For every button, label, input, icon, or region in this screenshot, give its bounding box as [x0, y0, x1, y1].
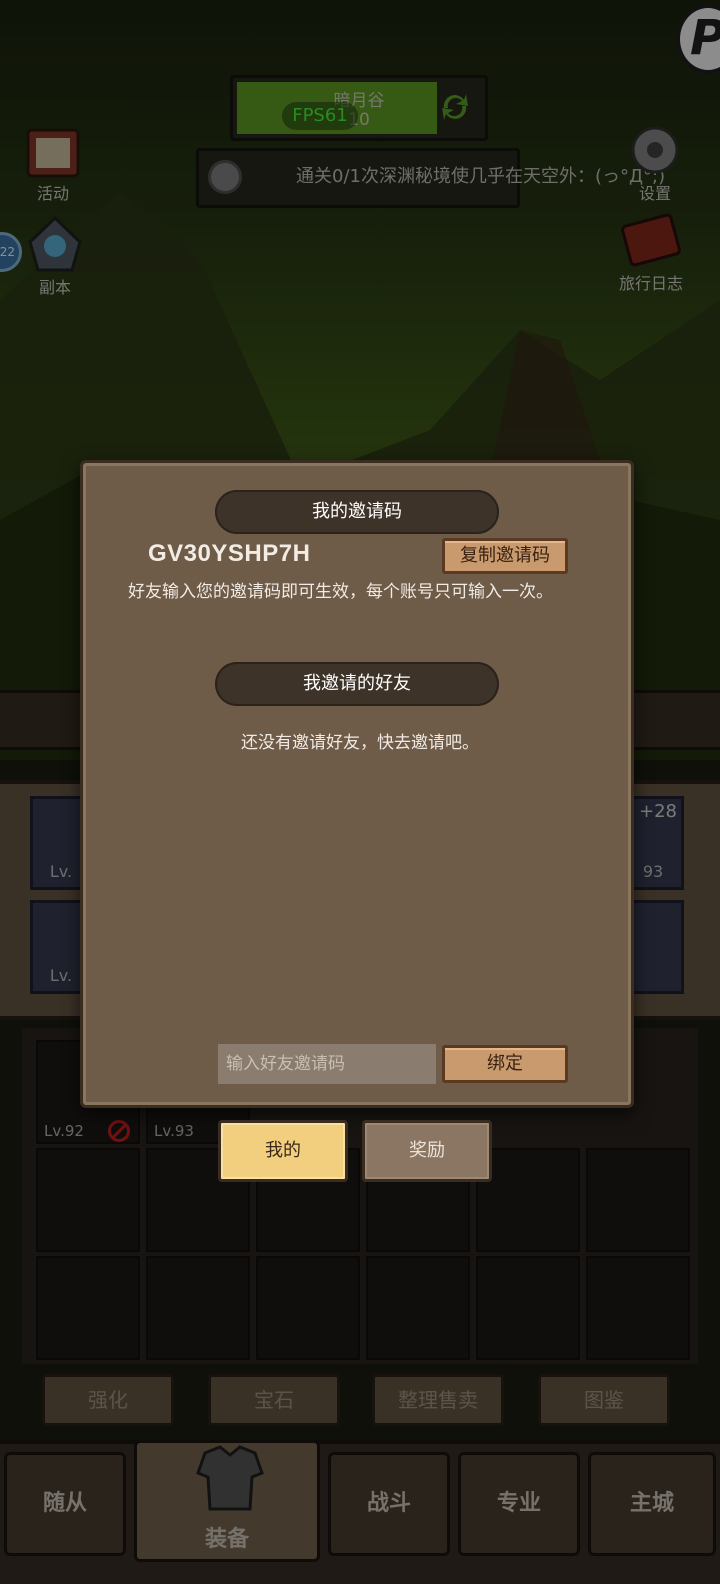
my-invite-code-title: 我的邀请码: [215, 490, 499, 534]
dungeon-button[interactable]: 副本: [20, 212, 90, 298]
dungeon-portal-icon: [28, 215, 82, 272]
refresh-icon[interactable]: [436, 88, 474, 126]
empty-friends-text: 还没有邀请好友，快去邀请吧。: [241, 733, 479, 753]
inventory-cell-empty[interactable]: [36, 1256, 140, 1360]
enhance-level: +28: [639, 801, 677, 822]
nav-battle[interactable]: 战斗: [328, 1452, 450, 1556]
tab-mine[interactable]: 我的: [218, 1120, 348, 1182]
enhance-button[interactable]: 强化: [42, 1374, 174, 1426]
inventory-cell-empty[interactable]: [366, 1256, 470, 1360]
inventory-cell-empty[interactable]: [586, 1256, 690, 1360]
inventory-cell-empty[interactable]: [586, 1148, 690, 1252]
quest-status-icon: [208, 160, 242, 194]
inventory-cell-empty[interactable]: [256, 1256, 360, 1360]
friend-code-input[interactable]: [218, 1044, 436, 1084]
nav-followers[interactable]: 随从: [4, 1452, 126, 1556]
nav-profession[interactable]: 专业: [458, 1452, 580, 1556]
armor-icon: [196, 1445, 264, 1511]
item-level: Lv.92: [44, 1122, 84, 1140]
bind-button[interactable]: 绑定: [442, 1045, 568, 1083]
forbidden-icon: [108, 1120, 130, 1142]
copy-invite-code-button[interactable]: 复制邀请码: [442, 538, 568, 574]
codex-button[interactable]: 图鉴: [538, 1374, 670, 1426]
tab-rewards[interactable]: 奖励: [362, 1120, 492, 1182]
settings-button[interactable]: 设置: [620, 118, 690, 204]
journal-label: 旅行日志: [618, 274, 683, 293]
sort-sell-button[interactable]: 整理售卖: [372, 1374, 504, 1426]
journal-book-icon: [621, 213, 681, 267]
inventory-cell-empty[interactable]: [476, 1256, 580, 1360]
fps-counter: FPS61: [282, 102, 358, 130]
item-level: Lv.93: [154, 1122, 194, 1140]
invited-friends-title: 我邀请的好友: [215, 662, 499, 706]
nav-equipment-label: 装备: [204, 1527, 249, 1552]
inventory-cell-empty[interactable]: [36, 1148, 140, 1252]
invite-description: 好友输入您的邀请码即可生效，每个账号只可输入一次。: [128, 582, 553, 602]
inventory-cell-empty[interactable]: [146, 1256, 250, 1360]
nav-main-city[interactable]: 主城: [588, 1452, 716, 1556]
quest-text: 通关0/1次深渊秘境使几乎在天空外：(っ°Д°;): [296, 166, 666, 187]
events-button[interactable]: 活动: [18, 122, 88, 204]
gear-icon: [631, 126, 679, 174]
gem-button[interactable]: 宝石: [208, 1374, 340, 1426]
nav-equipment[interactable]: 装备: [134, 1440, 320, 1562]
journal-button[interactable]: 旅行日志: [616, 206, 686, 294]
invite-code: GV30YSHP7H: [148, 540, 311, 567]
